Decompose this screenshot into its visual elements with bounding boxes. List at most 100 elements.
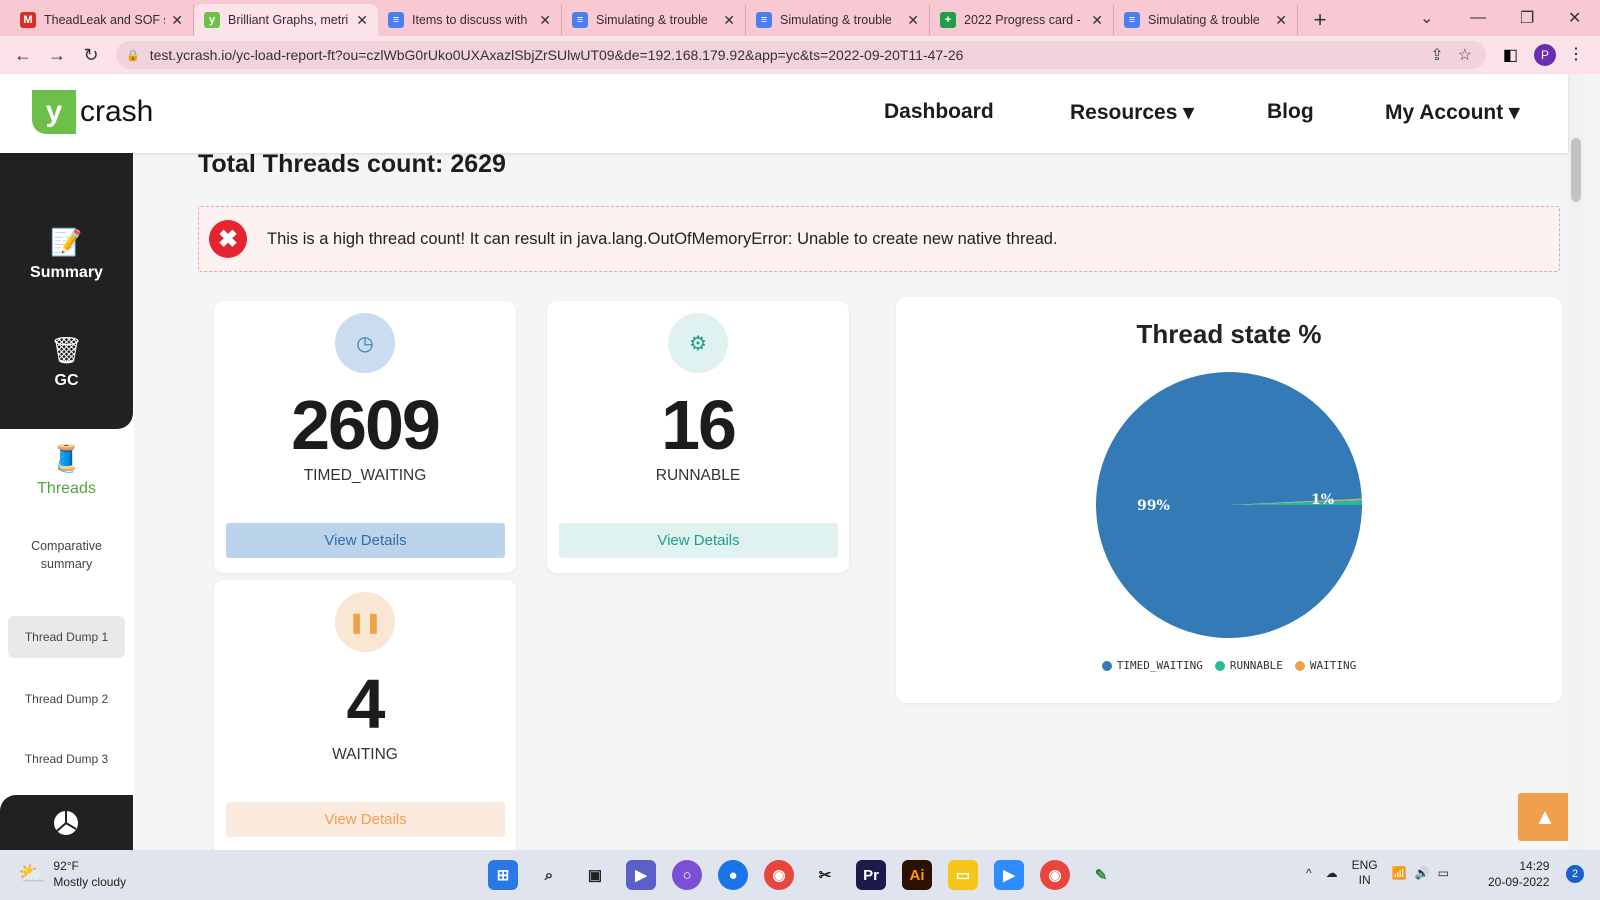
waiting-view-details-button[interactable]: View Details [226, 802, 505, 837]
logo-mark: y [32, 90, 76, 134]
legend-dot [1294, 660, 1305, 671]
restore-icon[interactable]: ❐ [1520, 0, 1534, 36]
bookmark-star-icon[interactable]: ☆ [1458, 45, 1472, 65]
tab-close-icon[interactable]: ✕ [1091, 12, 1103, 29]
url-field[interactable]: 🔒 test.ycrash.io/yc-load-report-ft?ou=cz… [116, 41, 1486, 69]
sidebar-item-summary[interactable]: 📝 Summary [0, 227, 133, 282]
tab-close-icon[interactable]: ✕ [907, 12, 919, 29]
tab-close-icon[interactable]: ✕ [1275, 12, 1287, 29]
main-content: Total Threads count: 2629 ✖ This is a hi… [134, 153, 1568, 850]
tab-close-icon[interactable]: ✕ [356, 12, 368, 29]
onedrive-icon[interactable]: ☁ [1326, 866, 1338, 880]
sidebar-item-gc[interactable]: 🗑 GC [0, 335, 133, 390]
new-tab-button[interactable]: + [1304, 4, 1336, 36]
site-header: y crash Dashboard Resources ▾ Blog My Ac… [0, 74, 1568, 153]
sidebar-item-dump-1[interactable]: Thread Dump 1 [8, 616, 125, 658]
sidebar-item-threads[interactable]: 🧵 Threads [0, 443, 133, 498]
tab-close-icon[interactable]: ✕ [539, 12, 551, 29]
system-clock[interactable]: 14:29 20-09-2022 [1488, 858, 1549, 890]
sidebar-item-dump-2[interactable]: Thread Dump 2 [8, 678, 125, 720]
search-icon[interactable]: ⌕ [534, 860, 564, 890]
cloud-sun-icon: ⛅ [18, 861, 46, 886]
tab-search-icon[interactable]: ⌄ [1420, 0, 1433, 36]
browser-tab-4[interactable]: ≡ Simulating & trouble ✕ [562, 4, 746, 36]
sidebar: 📝 Summary 🗑 GC 🧵 Threads Comparative sum… [0, 153, 134, 855]
premiere-icon[interactable]: Pr [856, 860, 886, 890]
browser-tab-5[interactable]: ≡ Simulating & trouble ✕ [746, 4, 930, 36]
nav-my-account[interactable]: My Account ▾ [1385, 100, 1520, 125]
summary-label: Summary [30, 264, 103, 281]
back-icon[interactable]: ← [6, 45, 40, 66]
scroll-to-top-button[interactable]: ▲ [1518, 793, 1568, 841]
threads-label: Threads [37, 480, 96, 497]
tab-title: Simulating & trouble [596, 13, 708, 27]
clock-icon: ◷ [335, 313, 395, 373]
right-gutter [1584, 74, 1600, 850]
page-scrollbar[interactable] [1568, 74, 1584, 850]
legend-label: WAITING [1309, 659, 1357, 672]
nav-dashboard[interactable]: Dashboard [884, 100, 994, 124]
paint-app-icon[interactable]: ✎ [1086, 860, 1116, 890]
tab-favicon-icon: ≡ [388, 12, 404, 28]
pie-label-runnable: 1% [1311, 492, 1334, 508]
browser-tab-1[interactable]: M TheadLeak and SOF s ✕ [10, 4, 194, 36]
forward-icon[interactable]: → [40, 45, 74, 66]
file-explorer-icon[interactable]: ▭ [948, 860, 978, 890]
weather-condition: Mostly cloudy [53, 875, 127, 889]
scrollbar-thumb[interactable] [1571, 138, 1581, 202]
teams-chat-icon[interactable]: ▶ [626, 860, 656, 890]
battery-icon[interactable]: ▭ [1438, 866, 1449, 880]
timed-waiting-view-details-button[interactable]: View Details [226, 523, 505, 558]
language-indicator[interactable]: ENG IN [1352, 858, 1378, 888]
high-thread-count-alert: ✖ This is a high thread count! It can re… [198, 206, 1560, 272]
legend-item-timed-waiting[interactable]: TIMED_WAITING [1101, 659, 1203, 672]
legend-item-waiting[interactable]: WAITING [1294, 659, 1357, 672]
browser-tab-6[interactable]: +2022 Progress card - ✕ [930, 4, 1114, 36]
volume-icon[interactable]: 🔊 [1415, 866, 1430, 880]
illustrator-icon[interactable]: Ai [902, 860, 932, 890]
minimize-icon[interactable]: — [1470, 0, 1486, 36]
tab-close-icon[interactable]: ✕ [171, 12, 183, 29]
share-icon[interactable]: ⇪ [1430, 45, 1443, 65]
nav-blog[interactable]: Blog [1267, 100, 1314, 124]
close-window-icon[interactable]: ✕ [1568, 0, 1581, 36]
tab-close-icon[interactable]: ✕ [723, 12, 735, 29]
legend-label: TIMED_WAITING [1116, 659, 1203, 672]
weather-widget[interactable]: ⛅ 92°F Mostly cloudy [18, 858, 126, 890]
tab-favicon-icon: ≡ [572, 12, 588, 28]
notification-badge[interactable]: 2 [1566, 865, 1584, 883]
legend-dot [1214, 660, 1225, 671]
runnable-view-details-button[interactable]: View Details [559, 523, 838, 558]
menu-icon[interactable]: ⋮ [1568, 44, 1584, 64]
pause-icon: ❚❚ [335, 592, 395, 652]
region-code: IN [1358, 873, 1371, 887]
taskbar-apps: ⊞ ⌕ ▣ ▶ ○ ● ◉ ✂ Pr Ai ▭ ▶ ◉ ✎ [488, 860, 1132, 890]
chrome-profile-icon[interactable]: ◉ [1040, 860, 1070, 890]
thread-state-chart-card: Thread state % 99% 1% TIMED_WAITING RUNNAB… [896, 297, 1562, 703]
pie-chart-icon[interactable] [52, 809, 80, 837]
chrome-icon[interactable]: ◉ [764, 860, 794, 890]
browser-tab-2[interactable]: y Brilliant Graphs, metri ✕ [194, 4, 378, 36]
sidebar-toggle-icon[interactable]: ◧ [1503, 45, 1518, 65]
tab-favicon-icon: M [20, 12, 36, 28]
address-bar: ← → ↻ 🔒 test.ycrash.io/yc-load-report-ft… [0, 36, 1600, 74]
legend-item-runnable[interactable]: RUNNABLE [1214, 659, 1283, 672]
ycrash-logo[interactable]: y crash [32, 90, 153, 134]
profile-avatar[interactable]: P [1534, 44, 1556, 66]
sidebar-item-dump-3[interactable]: Thread Dump 3 [8, 738, 125, 780]
browser-tab-3[interactable]: ≡ Items to discuss with ✕ [378, 4, 562, 36]
maps-pin-icon[interactable]: ● [718, 860, 748, 890]
clock-date: 20-09-2022 [1488, 875, 1550, 889]
zoom-icon[interactable]: ▶ [994, 860, 1024, 890]
windows-taskbar: ⛅ 92°F Mostly cloudy ⊞ ⌕ ▣ ▶ ○ ● ◉ ✂ Pr … [0, 850, 1600, 900]
windows-start-icon[interactable]: ⊞ [488, 860, 518, 890]
reload-icon[interactable]: ↻ [74, 45, 108, 66]
app-circle-icon[interactable]: ○ [672, 860, 702, 890]
nav-resources[interactable]: Resources ▾ [1070, 100, 1194, 125]
sidebar-item-comparative[interactable]: Comparative summary [18, 537, 115, 573]
tray-chevron-icon[interactable]: ^ [1306, 866, 1312, 880]
task-view-icon[interactable]: ▣ [580, 860, 610, 890]
snipping-tool-icon[interactable]: ✂ [810, 860, 840, 890]
wifi-icon[interactable]: 📶 [1392, 866, 1407, 880]
browser-tab-7[interactable]: ≡ Simulating & trouble ✕ [1114, 4, 1298, 36]
